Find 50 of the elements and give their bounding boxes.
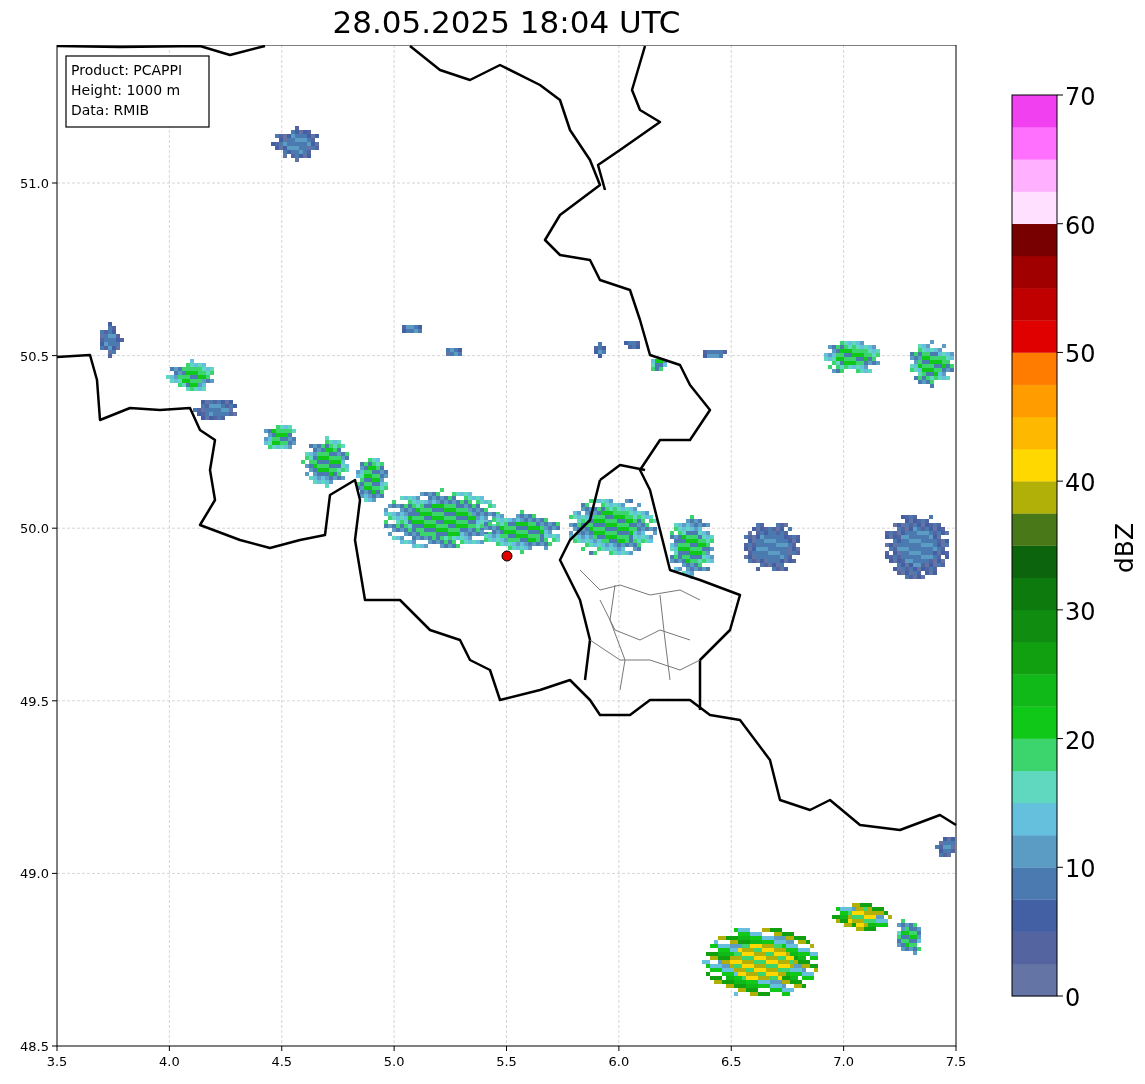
axis-tick-label: 4.0 [159, 1054, 180, 1069]
info-text: Data: RMIB [71, 102, 150, 118]
tick-mark [1056, 94, 1064, 96]
colorbar-tick-label: 10 [1065, 855, 1096, 884]
tick-mark [955, 1045, 957, 1052]
axis-tick-label: 6.5 [720, 1054, 742, 1069]
colorbar-tick-label: 70 [1065, 83, 1096, 111]
tick-mark [51, 872, 58, 874]
tick-mark [1056, 223, 1064, 225]
colorbar-tick-label: 50 [1065, 340, 1096, 369]
axis-tick-label: 3.5 [46, 1054, 68, 1069]
colorbar-tick-label: 30 [1065, 597, 1096, 626]
axis-tick-label: 7.0 [833, 1054, 854, 1069]
axis-tick-label: 49.5 [20, 693, 49, 709]
tick-mark [51, 355, 58, 357]
chart-title: 28.05.2025 18:04 UTC [332, 3, 681, 42]
axis-tick-label: 5.5 [496, 1054, 517, 1069]
axis-tick-label: 49.0 [20, 866, 49, 882]
axis-tick-label: 7.5 [945, 1054, 967, 1069]
tick-mark [281, 1045, 283, 1052]
tick-mark [51, 527, 58, 529]
axis-tick-label: 50.5 [20, 348, 49, 364]
tick-mark [51, 700, 58, 702]
tick-mark [1056, 480, 1064, 482]
colorbar-tick-label: 40 [1065, 469, 1096, 498]
tick-mark [51, 182, 58, 184]
tick-mark [1056, 866, 1064, 868]
tick-mark [393, 1045, 395, 1052]
tick-mark [1056, 609, 1064, 611]
tick-mark [506, 1045, 507, 1052]
tick-mark [1056, 995, 1064, 997]
info-text: Product: PCAPPI [71, 62, 183, 78]
axis-tick-label: 50.0 [20, 521, 49, 537]
colorbar-tick-label: 0 [1065, 984, 1081, 1012]
tick-mark [168, 1045, 170, 1052]
tick-mark [1056, 738, 1064, 740]
radar-site-marker [501, 550, 513, 562]
info-text: Height: 1000 m [71, 82, 181, 98]
tick-mark [730, 1045, 732, 1052]
axis-tick-label: 6.0 [608, 1054, 630, 1069]
colorbar-label: dBZ [1110, 522, 1139, 574]
axis-tick-label: 51.0 [20, 176, 49, 191]
axis-tick-label: 48.5 [20, 1039, 49, 1054]
tick-mark [1056, 351, 1064, 353]
axis-tick-label: 5.0 [383, 1054, 405, 1069]
axis-tick-label: 4.5 [271, 1054, 293, 1069]
colorbar-tick-label: 20 [1065, 726, 1096, 755]
colorbar-tick-label: 60 [1065, 211, 1096, 240]
tick-mark [618, 1045, 620, 1052]
tick-mark [843, 1045, 845, 1052]
